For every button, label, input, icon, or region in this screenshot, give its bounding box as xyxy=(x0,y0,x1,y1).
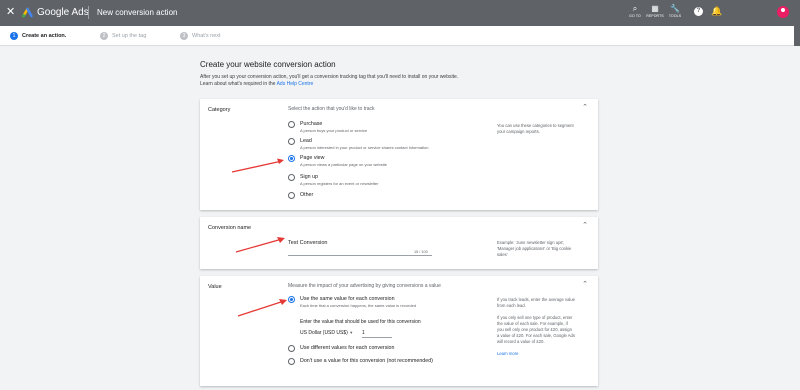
wrench-icon: 🔧 xyxy=(670,4,680,13)
conversion-name-value: Test Conversion xyxy=(288,240,328,246)
radio-button[interactable] xyxy=(288,138,295,145)
option-subtitle: A person registers for an event or newsl… xyxy=(300,181,379,186)
option-title: Page view xyxy=(300,155,325,161)
value-amount: 1 xyxy=(362,330,365,336)
value-help-leads: If you track leads, enter the average va… xyxy=(497,297,575,308)
tools-label: TOOLS xyxy=(668,14,682,18)
value-help-text: If you track leads, enter the average va… xyxy=(497,297,575,357)
option-title: Lead xyxy=(300,138,312,144)
annotation-arrow-page-view xyxy=(231,158,284,173)
collapse-chevron-icon[interactable]: ⌃ xyxy=(582,103,588,111)
step-label: Create an action. xyxy=(22,33,67,39)
radio-button[interactable] xyxy=(288,192,295,199)
scrollbar[interactable] xyxy=(794,26,800,46)
reports-label: REPORTS xyxy=(646,14,664,18)
help-centre-link[interactable]: Ads Help Centre xyxy=(277,81,314,87)
value-description: Measure the impact of your advertising b… xyxy=(288,283,441,289)
step-label: What's next xyxy=(192,33,221,39)
enter-value-label: Enter the value that should be used for … xyxy=(300,319,421,325)
reports-button[interactable]: ▦ REPORTS xyxy=(645,4,665,18)
category-help-text: You can use these categories to segment … xyxy=(497,123,574,134)
go-to-button[interactable]: ⌕ GO TO xyxy=(625,4,645,18)
value-amount-input[interactable]: 1 xyxy=(362,330,392,338)
value-help-products: If you only sell one type of product, en… xyxy=(497,315,575,344)
main-heading: Create your website conversion action xyxy=(200,60,336,69)
header-divider xyxy=(88,6,89,19)
dropdown-arrow-icon: ▼ xyxy=(349,330,354,335)
reports-icon: ▦ xyxy=(651,4,659,13)
radio-button[interactable] xyxy=(288,358,295,365)
notifications-bell-icon[interactable]: 🔔 xyxy=(711,6,722,17)
brand-name: Google Ads xyxy=(37,7,89,18)
category-description: Select the action that you'd like to tra… xyxy=(288,106,375,112)
option-title: Other xyxy=(300,192,314,198)
option-subtitle: A person interested in your product or s… xyxy=(300,145,429,150)
conversion-name-help-text: Example: 'June newsletter sign ups', 'Ma… xyxy=(497,240,572,257)
intro-line-2: Learn about what's required in the xyxy=(200,81,276,87)
tools-button[interactable]: 🔧 TOOLS xyxy=(665,4,685,18)
currency-select[interactable]: US Dollar (USD US$) ▼ xyxy=(300,330,353,336)
radio-button[interactable] xyxy=(288,121,295,128)
option-subtitle: A person views a particular page on your… xyxy=(300,162,387,167)
search-icon: ⌕ xyxy=(632,4,638,13)
go-to-label: GO TO xyxy=(629,14,641,18)
option-title: Purchase xyxy=(300,121,323,127)
step-number: 3 xyxy=(180,32,188,40)
option-title: Sign up xyxy=(300,174,318,180)
option-title: Use different values for each conversion xyxy=(300,345,395,351)
collapse-chevron-icon[interactable]: ⌃ xyxy=(582,221,588,229)
close-icon[interactable]: ✕ xyxy=(6,6,15,18)
step-number: 2 xyxy=(100,32,108,40)
conversion-name-label: Conversion name xyxy=(208,225,252,231)
category-label: Category xyxy=(208,107,231,113)
character-counter: 15 / 100 xyxy=(414,250,428,254)
step-number: 1 xyxy=(10,32,18,40)
value-label: Value xyxy=(208,284,222,290)
intro-text: After you set up your conversion action,… xyxy=(200,74,530,88)
option-subtitle: A person buys your product or service xyxy=(300,128,368,133)
step-label: Set up the tag xyxy=(112,33,147,39)
google-ads-logo-icon xyxy=(22,7,33,18)
collapse-chevron-icon[interactable]: ⌃ xyxy=(582,280,588,288)
account-avatar[interactable] xyxy=(777,6,789,18)
help-icon[interactable]: ? xyxy=(694,7,703,16)
page-title: New conversion action xyxy=(97,8,178,17)
top-app-bar: ✕ Google Ads New conversion action ⌕ GO … xyxy=(0,0,800,26)
option-subtitle: Each time that a conversion happens, the… xyxy=(300,303,417,308)
progress-stepper: 1 Create an action. 2 Set up the tag 3 W… xyxy=(0,26,800,46)
annotation-arrow-same-value xyxy=(237,299,287,317)
option-title: Use the same value for each conversion xyxy=(300,296,395,302)
option-title: Don't use a value for this conversion (n… xyxy=(300,358,433,364)
intro-line-1: After you set up your conversion action,… xyxy=(200,74,459,80)
currency-value: US Dollar (USD US$) xyxy=(300,330,348,336)
radio-button[interactable] xyxy=(288,345,295,352)
annotation-arrow-conversion-name xyxy=(235,237,285,253)
learn-more-link[interactable]: Learn more xyxy=(497,351,575,357)
conversion-name-input[interactable]: Test Conversion xyxy=(288,238,432,256)
